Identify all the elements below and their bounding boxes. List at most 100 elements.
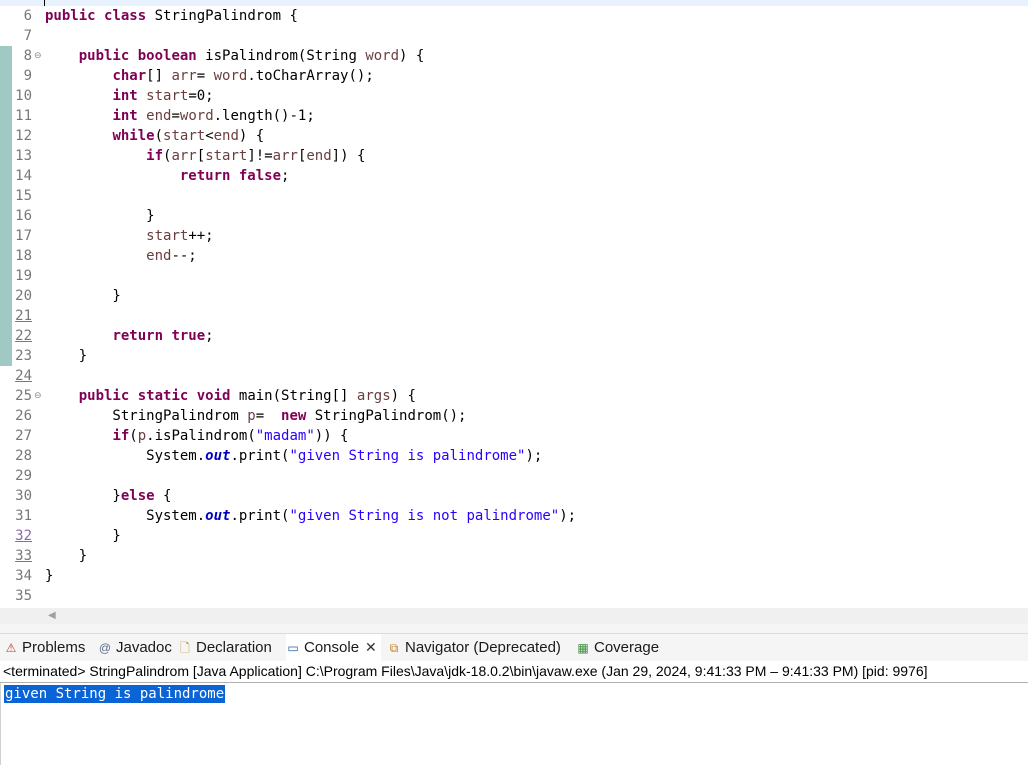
code-text[interactable]: end--; [45,246,197,266]
line-number: 30 [15,488,32,504]
line-number: 16 [15,208,32,224]
code-text[interactable]: } [45,206,154,226]
code-line[interactable]: 24 [0,366,1028,386]
code-line[interactable]: 25 ⊖ public static void main(String[] arg… [0,386,1028,406]
line-number: 34 [15,568,32,584]
code-line[interactable]: 15 [0,186,1028,206]
tab-label: Javadoc [116,639,172,656]
code-text[interactable]: int start=0; [45,86,213,106]
code-text[interactable]: int end=word.length()-1; [45,106,314,126]
line-number: 7 [23,28,32,44]
code-line[interactable]: 23 } [0,346,1028,366]
code-text[interactable]: StringPalindrom p= new StringPalindrom()… [45,406,466,426]
code-text[interactable]: return false; [45,166,290,186]
coverage-icon: ▦ [577,640,589,655]
line-number: 6 [23,8,32,24]
line-number: 14 [15,168,32,184]
code-editor[interactable]: 6 public class StringPalindrom { 7 8 ⊖ publi… [0,0,1028,608]
code-text[interactable]: return true; [45,326,213,346]
tab-javadoc[interactable]: @ Javadoc [98,634,172,661]
code-line[interactable]: 9 char[] arr= word.toCharArray(); [0,66,1028,86]
line-number: 19 [15,268,32,284]
code-line[interactable]: 8 ⊖ public boolean isPalindrom(String wor… [0,46,1028,66]
code-line[interactable]: 21 [0,306,1028,326]
line-number: 21 [15,308,32,324]
code-text[interactable]: } [45,346,87,366]
code-line[interactable]: 18 end--; [0,246,1028,266]
code-text[interactable]: } [45,566,53,586]
code-text[interactable]: start++; [45,226,213,246]
console-icon: ▭ [287,640,299,655]
line-number: 11 [15,108,32,124]
code-text[interactable]: if(arr[start]!=arr[end]) { [45,146,365,166]
line-number: 12 [15,128,32,144]
code-line[interactable]: 31 System.out.print("given String is not… [0,506,1028,526]
line-number: 9 [23,68,32,84]
code-line[interactable]: 6 public class StringPalindrom { [0,6,1028,26]
code-line[interactable]: 32 } [0,526,1028,546]
fold-collapse-icon[interactable]: ⊖ [34,386,42,406]
tab-coverage[interactable]: ▦ Coverage [576,634,659,661]
code-line[interactable]: 27 if(p.isPalindrom("madam")) { [0,426,1028,446]
line-number: 23 [15,348,32,364]
code-text[interactable]: public static void main(String[] args) { [45,386,416,406]
fold-collapse-icon[interactable]: ⊖ [34,46,42,66]
tab-label: Navigator (Deprecated) [405,639,561,656]
code-text[interactable]: if(p.isPalindrom("madam")) { [45,426,348,446]
code-line[interactable]: 30 }else { [0,486,1028,506]
code-text[interactable]: } [45,546,87,566]
bottom-panel-tabs: ⚠ Problems @ Javadoc 🗋 Declaration ▭ Console ✕ ⧉ N… [0,634,1028,661]
line-number: 22 [15,328,32,344]
code-line[interactable]: 11 int end=word.length()-1; [0,106,1028,126]
code-text[interactable]: while(start<end) { [45,126,264,146]
code-line[interactable]: 19 [0,266,1028,286]
code-line[interactable]: 17 start++; [0,226,1028,246]
line-number: 29 [15,468,32,484]
line-number: 27 [15,428,32,444]
code-line[interactable]: 7 [0,26,1028,46]
code-line[interactable]: 12 while(start<end) { [0,126,1028,146]
code-line[interactable]: 33 } [0,546,1028,566]
code-text[interactable]: } [45,526,120,546]
code-text[interactable]: System.out.print("given String is not pa… [45,506,576,526]
line-number: 33 [15,548,32,564]
console-output-text[interactable]: given String is palindrome [4,685,226,703]
scroll-left-icon[interactable]: ◀ [48,611,56,621]
tab-problems[interactable]: ⚠ Problems [4,634,86,661]
code-text[interactable]: System.out.print("given String is palind… [45,446,542,466]
declaration-icon: 🗋 [180,640,190,655]
code-line[interactable]: 28 System.out.print("given String is pal… [0,446,1028,466]
line-number: 31 [15,508,32,524]
line-number: 24 [15,368,32,384]
line-number: 10 [15,88,32,104]
code-text[interactable]: }else { [45,486,171,506]
code-line[interactable]: 14 return false; [0,166,1028,186]
tab-label: Console [304,639,360,656]
code-line[interactable]: 10 int start=0; [0,86,1028,106]
code-line[interactable]: 20 } [0,286,1028,306]
tab-navigator[interactable]: ⧉ Navigator (Deprecated) [387,634,561,661]
console-output-area[interactable]: given String is palindrome [0,683,1028,765]
code-line[interactable]: 16 } [0,206,1028,226]
code-line[interactable]: 35 [0,586,1028,606]
code-line[interactable]: 34} [0,566,1028,586]
horizontal-scrollbar[interactable]: ◀ [0,608,1028,624]
line-number: 26 [15,408,32,424]
code-text[interactable]: } [45,286,120,306]
tab-label: Coverage [594,639,660,656]
tab-console[interactable]: ▭ Console ✕ [286,634,381,661]
code-line[interactable]: 22 return true; [0,326,1028,346]
code-line[interactable]: 13 if(arr[start]!=arr[end]) { [0,146,1028,166]
code-line[interactable]: 29 [0,466,1028,486]
panel-separator [0,624,1028,634]
close-icon[interactable]: ✕ [365,639,377,656]
tab-label: Declaration [196,639,272,656]
line-number: 15 [15,188,32,204]
tab-declaration[interactable]: 🗋 Declaration [178,634,272,661]
code-text[interactable]: public boolean isPalindrom(String word) … [45,46,425,66]
code-text[interactable]: char[] arr= word.toCharArray(); [45,66,373,86]
code-line[interactable]: 26 StringPalindrom p= new StringPalindro… [0,406,1028,426]
line-number: 25 [15,388,32,404]
line-number: 13 [15,148,32,164]
code-text[interactable]: public class StringPalindrom { [45,6,298,26]
